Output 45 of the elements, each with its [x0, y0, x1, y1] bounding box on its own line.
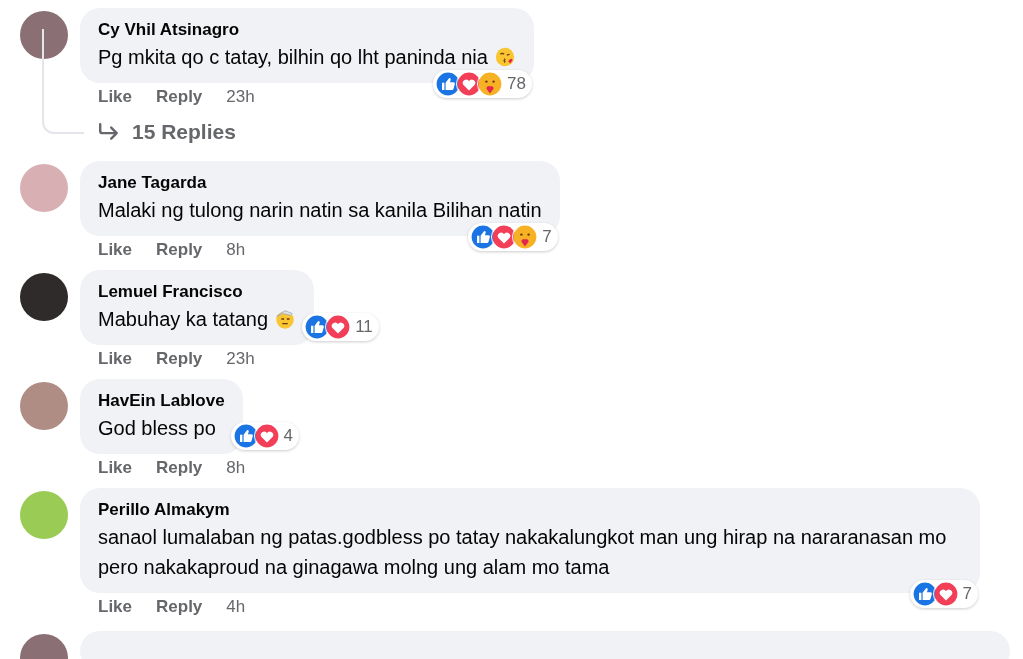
comment-text: Malaki ng tulong narin natin sa kanila Bilihan natin — [98, 198, 542, 223]
comment-action-link[interactable]: Reply — [156, 349, 203, 369]
reaction-summary[interactable]: 4 — [230, 422, 300, 450]
comment-time[interactable]: 8h — [226, 458, 246, 478]
comment-action-link[interactable]: Like — [98, 349, 133, 369]
avatar-photo[interactable] — [20, 273, 68, 321]
author-name[interactable]: Jane Tagarda — [98, 171, 542, 195]
heart-icon — [932, 581, 959, 607]
reaction-count: 7 — [542, 227, 552, 247]
comment-action-link[interactable]: Reply — [156, 240, 203, 260]
reaction-count: 4 — [283, 426, 294, 446]
comment-action-link[interactable]: Like — [98, 240, 133, 260]
heart-icon — [253, 423, 280, 449]
comment-text: God bless po — [98, 416, 216, 441]
hugging-face-icon — [512, 224, 539, 250]
reaction-summary[interactable]: 7 — [468, 223, 558, 251]
comment-action-link[interactable]: Like — [98, 597, 133, 617]
author-name[interactable]: HavEin Lablove — [98, 389, 225, 413]
heart-icon — [325, 314, 352, 340]
comment-action-link[interactable]: Like — [98, 458, 133, 478]
comment-text: sanaol lumalaban ng patas.godbless po tatay nakakalungkot man ung hirap na nararanasan mo pero nakakaproud na ginagawa molng ung alam mo tama — [98, 525, 948, 580]
saluting-face-icon — [274, 308, 297, 330]
comment-action-link[interactable]: Like — [98, 87, 133, 107]
author-name[interactable]: Lemuel Francisco — [98, 280, 297, 304]
comment-action-link[interactable]: Reply — [156, 458, 203, 478]
comment-time[interactable]: 23h — [226, 349, 255, 369]
author-name[interactable]: Perillo Almakym — [98, 498, 962, 522]
hugging-face-icon — [476, 71, 503, 97]
reaction-count: 78 — [506, 74, 526, 94]
reaction-count: 7 — [962, 584, 972, 604]
author-name[interactable]: Cy Vhil Atsinagro — [98, 18, 516, 42]
reaction-summary[interactable]: 78 — [432, 70, 532, 98]
comment-text: Mabuhay ka tatang — [98, 307, 269, 332]
comment-time[interactable]: 8h — [226, 240, 246, 260]
view-replies-link[interactable]: 15 Replies — [132, 120, 236, 144]
reaction-summary[interactable]: 11 — [302, 313, 379, 341]
comment-time[interactable]: 4h — [226, 597, 246, 617]
comment-action-link[interactable]: Reply — [156, 597, 203, 617]
reaction-summary[interactable]: 7 — [909, 580, 978, 608]
reaction-count: 11 — [355, 317, 373, 337]
comment-action-link[interactable]: Reply — [156, 87, 203, 107]
comment-time[interactable]: 23h — [226, 87, 255, 107]
comment-text: Pg mkita qo c tatay, bilhin qo lht paninda nia — [98, 45, 488, 70]
kissing-face-icon — [493, 46, 516, 68]
reply-arrow-icon — [98, 123, 120, 141]
